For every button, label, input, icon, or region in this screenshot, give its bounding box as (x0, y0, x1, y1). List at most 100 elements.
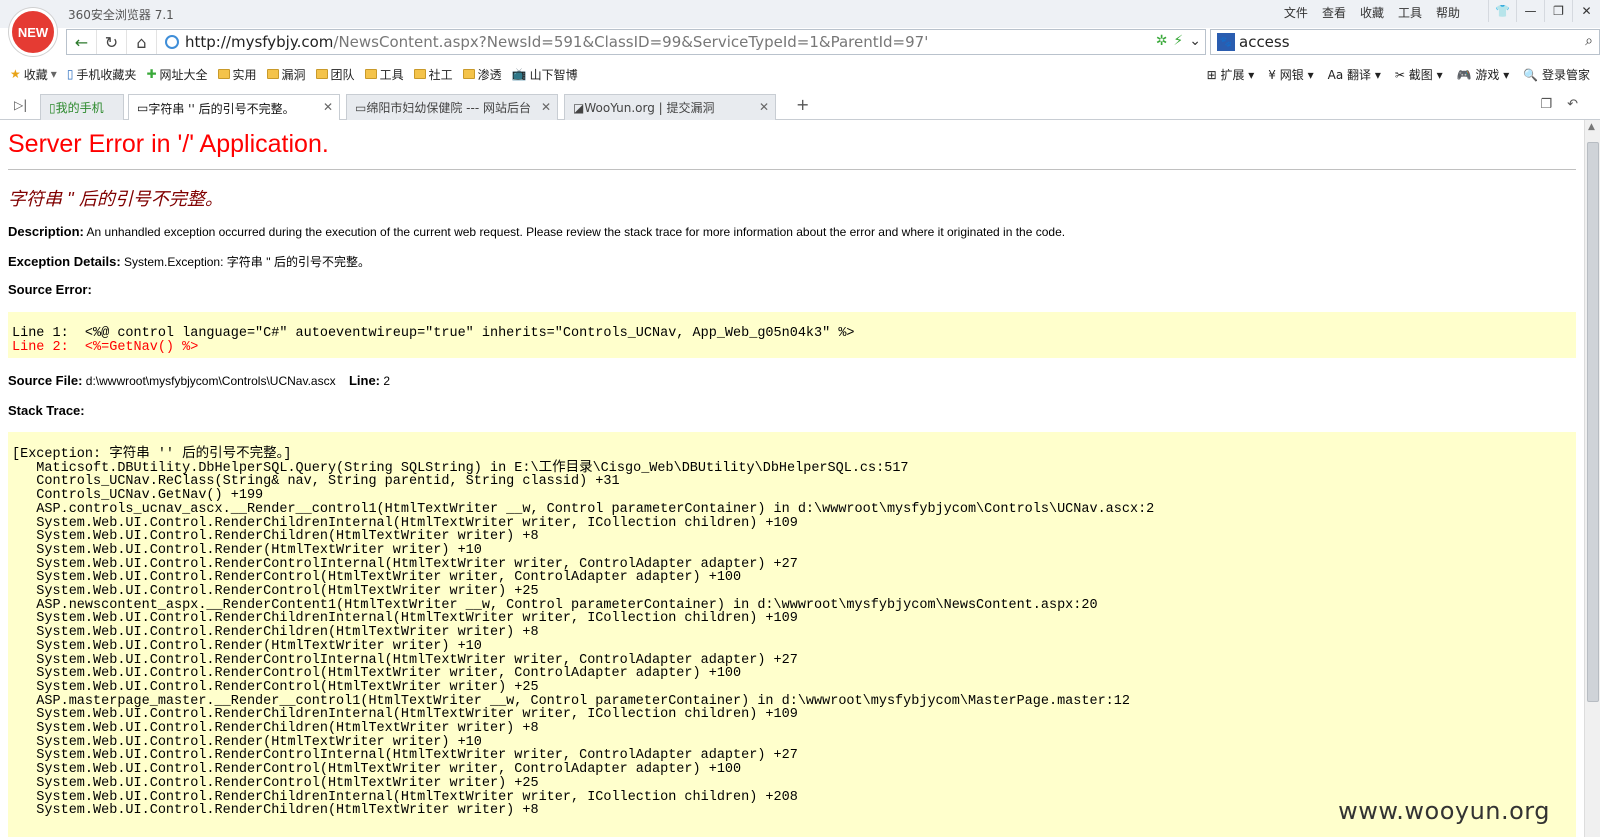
chevron-down-icon[interactable]: ⌄ (1189, 33, 1201, 49)
loading-icon: ✲ (1155, 33, 1168, 49)
tab-label: 字符串 '' 后的引号不完整。 (148, 101, 295, 116)
exception-label: Exception Details: (8, 254, 121, 269)
stack-trace-text: [Exception: 字符串 '' 后的引号不完整。] Maticsoft.D… (12, 447, 1155, 819)
tab-wooyun[interactable]: ◪ WooYun.org | 提交漏洞 ✕ (564, 94, 776, 120)
folder-icon (266, 69, 279, 79)
restore-tabs-icon[interactable]: ❐ (1540, 97, 1552, 112)
login-manager-label: 登录管家 (1541, 67, 1590, 82)
divider (8, 169, 1576, 170)
bookmark-folder-vuln[interactable]: 漏洞 (266, 66, 306, 83)
exception-text: System.Exception: 字符串 '' 后的引号不完整。 (124, 255, 371, 269)
bookmark-label: 团队 (330, 67, 355, 82)
bookmark-mobile[interactable]: ▯ 手机收藏夹 (67, 66, 137, 83)
folder-icon (315, 69, 328, 79)
site-globe-icon (165, 35, 179, 49)
description-label: Description: (8, 224, 84, 239)
refresh-icon[interactable]: ↻ (97, 30, 127, 54)
folder-icon (217, 69, 230, 79)
bookmark-yamashita[interactable]: 📺 山下智博 (512, 66, 578, 83)
bookmark-label: 实用 (232, 67, 257, 82)
bookmark-favorites[interactable]: ★ 收藏 ▾ (10, 66, 57, 83)
stack-trace-label: Stack Trace: (8, 403, 85, 418)
folder-icon (364, 69, 377, 79)
bookmark-label: 工具 (379, 67, 404, 82)
url-domain: http://mysfybjy.com (185, 33, 334, 51)
chevron-down-icon: ▾ (50, 67, 57, 81)
line-value: 2 (383, 374, 391, 388)
app-title: 360安全浏览器 7.1 (68, 8, 174, 22)
bookmark-folder-practical[interactable]: 实用 (217, 66, 257, 83)
back-arrow-icon[interactable]: ← (67, 30, 97, 54)
tab-my-phone[interactable]: ▯ 我的手机 (40, 94, 124, 120)
skin-icon[interactable]: 👕 (1488, 0, 1516, 22)
search-input[interactable]: access (1239, 33, 1290, 51)
menu-view[interactable]: 查看 (1322, 4, 1346, 21)
search-icon[interactable]: ⌕ (1585, 33, 1593, 49)
bookmark-label: 社工 (428, 67, 453, 82)
line-label: Line: (348, 373, 381, 388)
screenshot-button[interactable]: ✂ 截图 ▾ (1395, 66, 1443, 83)
bookmark-folder-social[interactable]: 社工 (413, 66, 453, 83)
page-title: Server Error in '/' Application. (8, 130, 329, 158)
bookmark-bar: ★ 收藏 ▾ ▯ 手机收藏夹 ✚ 网址大全 实用 漏洞 团队 工具 社工 渗透 📺 山下智… (0, 62, 1600, 86)
menu-tools[interactable]: 工具 (1398, 4, 1422, 21)
tab-label: 我的手机 (55, 101, 104, 115)
games-button[interactable]: 🎮 游戏 ▾ (1457, 66, 1510, 83)
folder-icon (462, 69, 475, 79)
toolbar-extensions: ⊞ 扩展 ▾ ¥ 网银 ▾ Aa 翻译 ▾ ✂ 截图 ▾ 🎮 游戏 ▾ 🔍 登录… (1207, 62, 1590, 86)
ebank-button[interactable]: ¥ 网银 ▾ (1268, 66, 1313, 83)
watermark: www.wooyun.org (1338, 797, 1550, 825)
scroll-thumb[interactable] (1587, 142, 1599, 702)
new-tab-button[interactable]: + (796, 95, 809, 114)
close-tab-icon[interactable]: ✕ (759, 100, 769, 114)
source-line-2: Line 2: <%=GetNav() %> (12, 339, 199, 355)
bookmark-hao[interactable]: ✚ 网址大全 (146, 66, 207, 83)
nav-bar: ← ↻ ⌂ http://mysfybjy.com/NewsContent.as… (64, 29, 1600, 55)
folder-icon (413, 69, 426, 79)
close-tab-icon[interactable]: ✕ (541, 100, 551, 114)
wooyun-icon: ◪ (573, 100, 585, 115)
hao-icon: ✚ (146, 67, 157, 81)
maximize-button[interactable]: ❐ (1544, 0, 1572, 22)
bookmark-label: 收藏 (23, 67, 48, 82)
translate-label: 翻译 (1347, 67, 1372, 82)
address-actions: ✲ ⚡ ⌄ (1156, 33, 1201, 49)
bookmark-folder-pentest[interactable]: 渗透 (462, 66, 502, 83)
description-line: Description: An unhandled exception occu… (8, 224, 1065, 239)
minimize-button[interactable]: — (1516, 0, 1544, 22)
home-icon[interactable]: ⌂ (127, 30, 157, 54)
tab-label: 绵阳市妇幼保健院 --- 网站后台 (366, 101, 531, 115)
bookmark-folder-tools[interactable]: 工具 (364, 66, 404, 83)
login-manager-button[interactable]: 🔍 登录管家 (1523, 66, 1590, 83)
source-line-1: Line 1: <%@ control language="C#" autoev… (12, 326, 855, 341)
address-bar[interactable]: ← ↻ ⌂ http://mysfybjy.com/NewsContent.as… (66, 29, 1206, 55)
tab-admin[interactable]: ▭ 绵阳市妇幼保健院 --- 网站后台 ✕ (346, 94, 558, 120)
extensions-button[interactable]: ⊞ 扩展 ▾ (1207, 66, 1255, 83)
undo-close-icon[interactable]: ↶ (1567, 97, 1578, 112)
browser-logo-icon[interactable]: NEW (9, 8, 57, 56)
url-text[interactable]: http://mysfybjy.com/NewsContent.aspx?New… (185, 33, 928, 51)
translate-button[interactable]: Aa 翻译 ▾ (1328, 66, 1381, 83)
tab-server-error[interactable]: ▭ 字符串 '' 后的引号不完整。 ✕ (128, 94, 340, 121)
close-button[interactable]: ✕ (1572, 0, 1600, 22)
page-icon: ▭ (355, 100, 367, 115)
lightning-icon[interactable]: ⚡ (1173, 33, 1183, 49)
menu-favorites[interactable]: 收藏 (1360, 4, 1384, 21)
close-tab-icon[interactable]: ✕ (323, 100, 333, 114)
scroll-up-icon[interactable]: ▲ (1588, 122, 1595, 132)
star-icon: ★ (10, 67, 21, 81)
bookmark-folder-team[interactable]: 团队 (315, 66, 355, 83)
baidu-paw-icon[interactable]: 🐾 (1217, 33, 1235, 51)
phone-icon: ▯ (49, 100, 56, 115)
bookmark-label: 手机收藏夹 (76, 67, 137, 82)
bookmark-label: 渗透 (477, 67, 502, 82)
tab-label: WooYun.org | 提交漏洞 (584, 101, 715, 115)
url-path: /NewsContent.aspx?NewsId=591&ClassID=99&… (333, 33, 929, 51)
menu-help[interactable]: 帮助 (1436, 4, 1460, 21)
menu-file[interactable]: 文件 (1284, 4, 1308, 21)
vertical-scrollbar[interactable]: ▲ (1584, 120, 1600, 837)
menu-bar: 文件 查看 收藏 工具 帮助 (1284, 4, 1460, 21)
sidebar-toggle-icon[interactable]: ▷| (14, 98, 27, 112)
exception-line: Exception Details: System.Exception: 字符串… (8, 253, 370, 270)
search-box[interactable]: 🐾 access ⌕ (1210, 29, 1600, 55)
